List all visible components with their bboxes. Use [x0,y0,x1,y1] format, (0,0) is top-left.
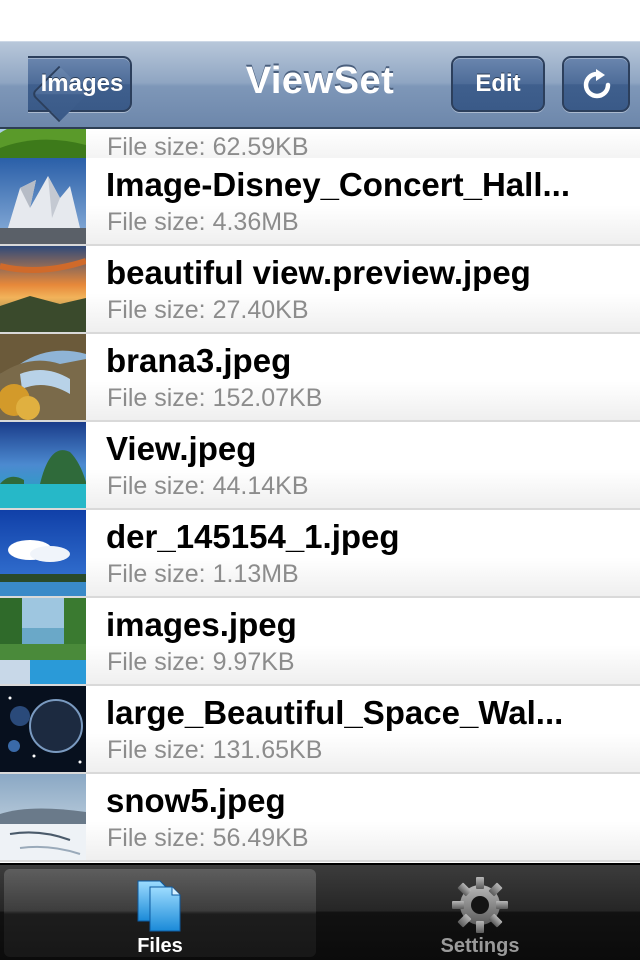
file-name: View.jpeg [106,430,257,467]
file-name: snow5.jpeg [106,782,286,819]
files-icon [137,880,181,932]
file-size: File size: 152.07KB [107,384,323,412]
tab-bar: Files Settings [0,863,640,960]
tab-settings-label: Settings [440,935,520,957]
list-item[interactable]: images.jpeg File size: 9.97KB [0,598,640,686]
file-name: Image-Disney_Concert_Hall... [106,166,570,203]
navigation-bar: Images ViewSet Edit [0,41,640,129]
file-size: File size: 44.14KB [107,472,309,500]
file-size: File size: 4.36MB [107,208,299,236]
file-name: der_145154_1.jpeg [106,518,400,555]
tab-files-label: Files [137,935,183,957]
thumbnail-image [0,422,86,508]
tab-settings[interactable]: Settings [324,869,636,957]
thumbnail-image [0,686,86,772]
back-button-label: Images [40,70,124,97]
file-name: brana3.jpeg [106,342,292,379]
back-button-images[interactable]: Images [28,56,132,123]
tab-files[interactable]: Files [4,869,316,957]
thumbnail-image [0,510,86,596]
list-item[interactable]: snow5.jpeg File size: 56.49KB [0,774,640,862]
file-size: File size: 9.97KB [107,648,295,676]
thumbnail-image [0,334,86,420]
thumbnail-image [0,774,86,860]
thumbnail-image [0,158,86,244]
list-item[interactable]: large_Beautiful_Space_Wal... File size: … [0,686,640,774]
file-name: images.jpeg [106,606,297,643]
file-size: File size: 1.13MB [107,560,299,588]
gear-icon [452,877,508,933]
list-item[interactable]: der_145154_1.jpeg File size: 1.13MB [0,510,640,598]
thumbnail-image [0,246,86,332]
list-item[interactable]: beautiful view.preview.jpeg File size: 2… [0,246,640,334]
list-item[interactable]: Image-Disney_Concert_Hall... File size: … [0,158,640,246]
screen: Images ViewSet Edit File size: 62.59KB I… [0,0,640,960]
file-size: File size: 131.65KB [107,736,323,764]
file-name: large_Beautiful_Space_Wal... [106,694,564,731]
file-size: File size: 27.40KB [107,296,309,324]
refresh-icon [583,69,611,99]
list-item[interactable]: View.jpeg File size: 44.14KB [0,422,640,510]
refresh-button[interactable] [562,56,630,112]
file-size: File size: 56.49KB [107,824,309,852]
thumbnail-image [0,598,86,684]
status-area [0,0,640,41]
list-item[interactable]: brana3.jpeg File size: 152.07KB [0,334,640,422]
file-name: beautiful view.preview.jpeg [106,254,531,291]
page-title: ViewSet [245,60,395,102]
edit-button[interactable]: Edit [451,56,545,112]
file-list[interactable]: File size: 62.59KB Image-Disney_Concert_… [0,129,640,863]
